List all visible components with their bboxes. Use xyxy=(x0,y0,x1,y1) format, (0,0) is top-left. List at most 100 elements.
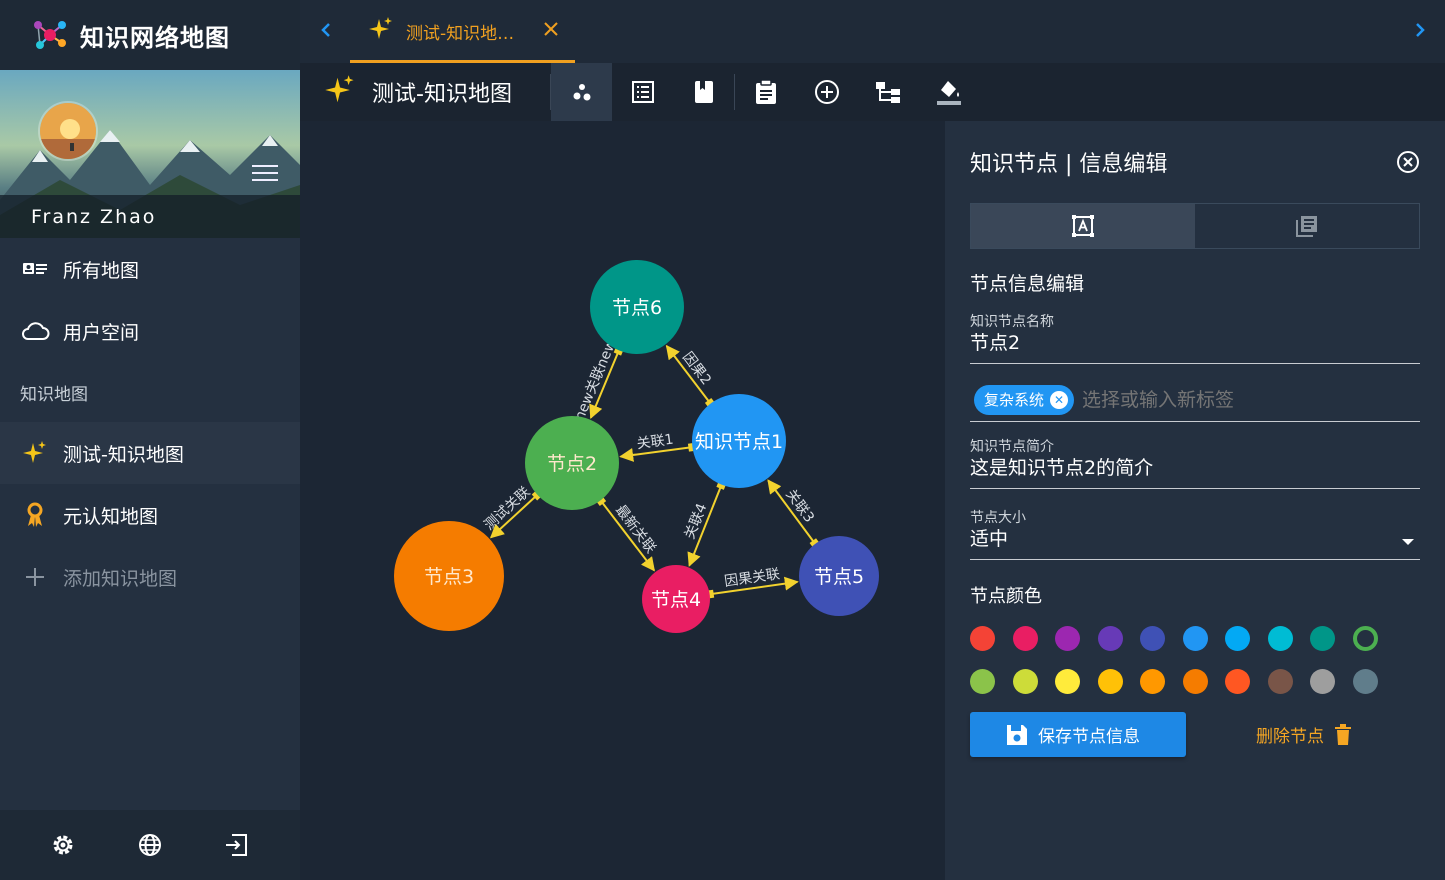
color-swatch[interactable] xyxy=(1182,626,1208,651)
color-swatch[interactable] xyxy=(970,626,995,651)
book-icon xyxy=(694,81,713,103)
app-root: 知识网络地图 Franz Zhao 所有地图 用户空间 知识地图 测试-知识地图… xyxy=(0,0,1445,880)
tab-test-map[interactable]: 测试-知识地… xyxy=(350,0,575,63)
edge-label: 测试关联 xyxy=(481,484,533,534)
color-swatch[interactable] xyxy=(1352,626,1378,651)
cloud-icon xyxy=(20,316,50,346)
color-swatch[interactable] xyxy=(1310,626,1335,651)
graph-view-button[interactable] xyxy=(551,63,612,121)
graph-canvas[interactable]: new关联new 因果2 关联1 测试关联 最新关联 关联4 关联3 因果关联 节点6 节点2 知… xyxy=(300,121,945,880)
node-name-field[interactable]: 知识节点名称 节点2 xyxy=(970,311,1420,364)
knowledge-graph[interactable]: new关联new 因果2关联1测试关联 最新关联 关联4 关联3因果关联 节点6节点2知… xyxy=(300,121,945,880)
floppy-disk-icon xyxy=(1007,724,1027,745)
tree-layout-button[interactable] xyxy=(857,63,918,121)
tab-close-icon[interactable] xyxy=(541,20,561,40)
color-swatch[interactable] xyxy=(1267,626,1293,651)
color-swatch[interactable] xyxy=(1140,669,1165,694)
edge-label: new关联new xyxy=(572,338,620,423)
edge-label: 最新关联 xyxy=(612,502,659,556)
nav-add-map-label: 添加知识地图 xyxy=(63,567,178,590)
list-icon xyxy=(631,81,654,103)
color-swatch[interactable] xyxy=(1097,669,1123,694)
list-view-button[interactable] xyxy=(612,63,673,121)
nav-map-test[interactable]: 测试-知识地图 xyxy=(0,422,300,484)
tab-next-chevron-icon[interactable] xyxy=(1408,18,1432,42)
close-circle-icon[interactable] xyxy=(1396,150,1420,174)
nav-user-space[interactable]: 用户空间 xyxy=(0,300,300,362)
color-swatch[interactable] xyxy=(1140,626,1165,651)
sidebar: 知识网络地图 Franz Zhao 所有地图 用户空间 知识地图 测试-知识地图… xyxy=(0,0,300,880)
graph-node[interactable]: 节点3 xyxy=(394,521,504,631)
color-swatch[interactable] xyxy=(1097,626,1123,651)
app-title: 知识网络地图 xyxy=(80,23,230,52)
library-icon xyxy=(1296,216,1317,237)
fill-color-button[interactable] xyxy=(918,63,979,121)
nav-add-map[interactable]: 添加知识地图 xyxy=(0,546,300,608)
save-node-button[interactable]: 保存节点信息 xyxy=(970,712,1186,757)
add-node-button[interactable] xyxy=(796,63,857,121)
tab-prev-chevron-icon[interactable] xyxy=(314,18,338,42)
nav-all-maps[interactable]: 所有地图 xyxy=(0,238,300,300)
color-swatch[interactable] xyxy=(1267,669,1293,694)
delete-node-label: 删除节点 xyxy=(1256,727,1324,747)
graph-node-label: 节点4 xyxy=(651,589,701,611)
book-view-button[interactable] xyxy=(673,63,734,121)
sparkle-icon xyxy=(20,438,50,468)
graph-node[interactable]: 知识节点1 xyxy=(692,394,786,488)
color-swatch[interactable] xyxy=(1352,669,1378,694)
graph-node[interactable]: 节点6 xyxy=(590,260,684,354)
settings-gear-icon[interactable] xyxy=(48,830,78,860)
graph-node-label: 知识节点1 xyxy=(695,431,783,453)
tag-chip[interactable]: 复杂系统 ✕ xyxy=(974,384,1075,415)
tab-node-format[interactable] xyxy=(971,204,1195,248)
color-swatch[interactable] xyxy=(1055,669,1080,694)
node-edit-panel: 知识节点 | 信息编辑 节点信息编辑 知识节点名称 节点2 复杂系统 ✕ 选择或… xyxy=(945,121,1445,880)
map-title: 测试-知识地图 xyxy=(372,82,512,107)
nav-all-maps-label: 所有地图 xyxy=(63,259,140,282)
graph-node-label: 节点3 xyxy=(424,566,474,588)
nav-user-space-label: 用户空间 xyxy=(63,321,140,344)
color-swatch[interactable] xyxy=(1182,669,1208,694)
color-swatch[interactable] xyxy=(1225,669,1250,694)
profile-banner: Franz Zhao xyxy=(0,70,300,238)
color-swatch[interactable] xyxy=(1012,626,1038,651)
tag-input-field[interactable]: 复杂系统 ✕ xyxy=(970,378,1420,422)
graph-node[interactable]: 节点2 xyxy=(525,416,619,510)
panel-actions: 保存节点信息 删除节点 xyxy=(970,712,1420,757)
color-swatch[interactable] xyxy=(1310,669,1335,694)
plus-circle-icon xyxy=(814,80,839,104)
node-intro-value[interactable]: 这是知识节点2的简介 xyxy=(970,454,1420,482)
color-swatch[interactable] xyxy=(1055,626,1080,651)
chip-close-icon[interactable]: ✕ xyxy=(1050,390,1069,409)
node-size-select[interactable]: 节点大小 适中 xyxy=(970,507,1420,560)
dropdown-arrow-icon xyxy=(1402,539,1414,545)
sparkle-icon xyxy=(368,16,394,47)
clipboard-icon xyxy=(755,79,776,104)
globe-icon[interactable] xyxy=(135,830,165,860)
tag-input[interactable] xyxy=(1082,388,1383,411)
color-swatch[interactable] xyxy=(1012,669,1038,694)
color-swatch[interactable] xyxy=(970,669,995,694)
delete-node-button[interactable]: 删除节点 xyxy=(1256,722,1352,747)
nav-map-metacognition[interactable]: 元认知地图 xyxy=(0,484,300,546)
tab-node-content[interactable] xyxy=(1195,204,1419,248)
graph-node[interactable]: 节点5 xyxy=(799,536,879,616)
node-size-value: 适中 xyxy=(970,528,1009,550)
color-swatch[interactable] xyxy=(1225,626,1250,651)
scatter-dots-icon xyxy=(573,84,590,101)
node-intro-field[interactable]: 知识节点简介 这是知识节点2的简介 xyxy=(970,436,1420,489)
save-node-label: 保存节点信息 xyxy=(1038,727,1140,747)
node-name-label: 知识节点名称 xyxy=(970,314,1054,330)
menu-icon[interactable] xyxy=(252,165,278,185)
nav-map-metacognition-label: 元认知地图 xyxy=(63,505,159,528)
username: Franz Zhao xyxy=(0,195,300,238)
clipboard-button[interactable] xyxy=(735,63,796,121)
graph-node[interactable]: 节点4 xyxy=(642,565,710,633)
panel-header: 知识节点 | 信息编辑 xyxy=(970,121,1420,203)
color-palette-row-2 xyxy=(970,669,1420,694)
node-name-value[interactable]: 节点2 xyxy=(970,329,1420,357)
sidebar-footer xyxy=(0,810,300,880)
logout-icon[interactable] xyxy=(222,830,252,860)
avatar[interactable] xyxy=(38,101,98,161)
paint-bucket-icon xyxy=(936,81,961,105)
